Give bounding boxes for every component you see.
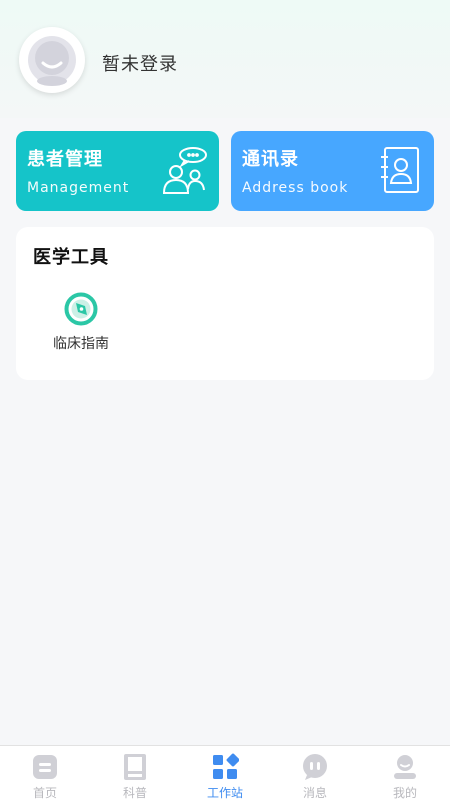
message-icon	[303, 754, 327, 780]
avatar[interactable]	[19, 27, 85, 93]
tab-mine-label: 我的	[392, 786, 417, 800]
workstation-icon	[213, 753, 239, 779]
compass-icon	[64, 292, 98, 326]
patient-management-title: 患者管理	[27, 149, 103, 170]
medical-tools-title: 医学工具	[33, 247, 109, 268]
home-icon	[33, 755, 57, 779]
tab-home-label: 首页	[32, 786, 57, 800]
tab-science-label: 科普	[122, 786, 147, 800]
tab-mine[interactable]: 我的	[360, 746, 450, 801]
patient-management-subtitle: Management	[27, 180, 130, 196]
profile-header: 暂未登录	[0, 0, 450, 118]
login-status-text[interactable]: 暂未登录	[102, 50, 178, 76]
address-book-subtitle: Address book	[242, 180, 349, 196]
book-icon	[124, 754, 146, 780]
patient-management-card[interactable]: 患者管理 Management	[16, 131, 219, 211]
clinical-guide-tool[interactable]: 临床指南	[31, 289, 131, 359]
bottom-tab-bar: 首页 科普 工作站 消息 我的	[0, 745, 450, 801]
address-book-icon	[381, 147, 419, 193]
tab-science[interactable]: 科普	[90, 746, 180, 801]
tab-workstation[interactable]: 工作站	[180, 746, 270, 801]
tab-home[interactable]: 首页	[0, 746, 90, 801]
default-avatar-icon	[28, 36, 76, 86]
tab-messages-label: 消息	[302, 786, 327, 800]
address-book-card[interactable]: 通讯录 Address book	[231, 131, 434, 211]
patients-chat-icon	[162, 147, 207, 194]
medical-tools-panel: 医学工具 临床指南	[16, 227, 434, 380]
profile-icon	[394, 755, 416, 779]
address-book-title: 通讯录	[242, 149, 299, 170]
tab-messages[interactable]: 消息	[270, 746, 360, 801]
clinical-guide-label: 临床指南	[53, 336, 109, 352]
tab-workstation-label: 工作站	[206, 786, 243, 800]
